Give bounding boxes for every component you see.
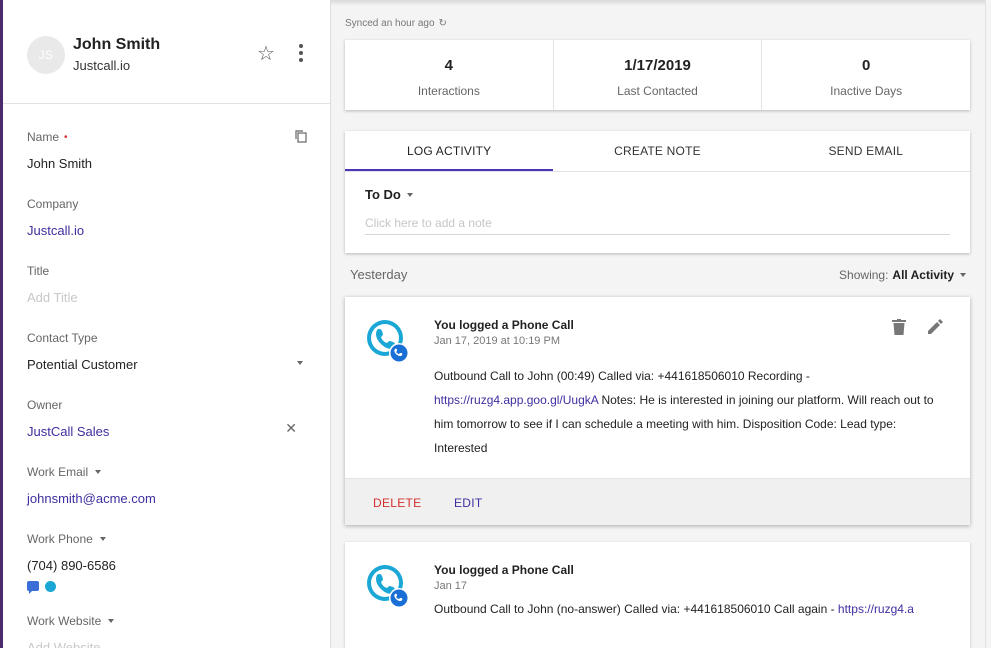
day-heading: Yesterday [350, 267, 408, 282]
field-title-label: Title [27, 264, 50, 278]
pencil-icon[interactable] [926, 318, 944, 336]
stat-inactive-days: 0 Inactive Days [762, 40, 970, 110]
activity-actions: DELETE EDIT [345, 478, 970, 525]
required-marker: • [64, 131, 68, 143]
sync-status: Synced an hour ago ↻ [345, 18, 447, 29]
activity-card: You logged a Phone Call Jan 17, 2019 at … [345, 297, 970, 525]
field-work-website-label[interactable]: Work Website [27, 614, 101, 628]
scroll-edge [985, 0, 991, 648]
contact-type-select[interactable]: Potential Customer [27, 357, 317, 372]
activity-filter[interactable]: Showing: All Activity [839, 268, 966, 282]
more-vert-icon[interactable] [295, 44, 307, 66]
field-work-phone: Work Phone (704) 890-6586 [27, 532, 317, 594]
field-work-email: Work Email johnsmith@acme.com [27, 465, 317, 506]
star-icon[interactable]: ☆ [255, 43, 277, 65]
chevron-down-icon[interactable] [406, 192, 413, 197]
field-company-label: Company [27, 197, 79, 211]
delete-button[interactable]: DELETE [373, 496, 421, 510]
phone-call-icon [367, 320, 409, 363]
field-work-phone-label[interactable]: Work Phone [27, 532, 93, 546]
field-work-website-input[interactable]: Add Website [27, 640, 317, 648]
field-name: Name • John Smith [27, 130, 317, 171]
stat-label: Inactive Days [830, 84, 903, 98]
activity-card: You logged a Phone Call Jan 17 Outbound … [345, 542, 970, 648]
avatar[interactable]: JS [27, 36, 65, 74]
close-icon[interactable]: ✕ [285, 420, 297, 437]
field-owner-label: Owner [27, 398, 63, 412]
field-owner-value[interactable]: JustCall Sales [27, 424, 317, 439]
stat-label: Last Contacted [617, 84, 698, 98]
field-owner: Owner JustCall Sales ✕ [27, 398, 317, 439]
stat-label: Interactions [417, 84, 480, 98]
phone-call-icon [367, 565, 409, 608]
composer-tabs: LOG ACTIVITY CREATE NOTE SEND EMAIL [345, 131, 970, 172]
chevron-down-icon[interactable] [99, 537, 106, 541]
activity-type-label[interactable]: To Do [365, 187, 401, 202]
filter-label: Showing: [839, 268, 889, 282]
field-work-phone-value[interactable]: (704) 890-6586 [27, 558, 317, 573]
activity-type-select[interactable]: To Do [365, 187, 413, 202]
recording-link[interactable]: https://ruzg4.app.goo.gl/UugkA [434, 393, 598, 407]
activity-timestamp: Jan 17, 2019 at 10:19 PM [434, 335, 560, 347]
field-contact-type: Contact Type Potential Customer [27, 331, 317, 372]
edit-button[interactable]: EDIT [454, 496, 483, 510]
recording-link[interactable]: https://ruzg4.a [838, 602, 914, 616]
stat-value: 1/17/2019 [624, 57, 691, 74]
sms-icon[interactable] [27, 581, 39, 594]
activity-title: You logged a Phone Call [434, 563, 574, 577]
field-name-label: Name [27, 130, 60, 144]
stats-card: 4 Interactions 1/17/2019 Last Contacted … [345, 40, 970, 110]
copy-icon[interactable] [295, 130, 307, 143]
field-name-value[interactable]: John Smith [27, 156, 317, 171]
tab-send-email[interactable]: SEND EMAIL [762, 131, 970, 171]
activity-timestamp: Jan 17 [434, 580, 468, 592]
field-title: Title Add Title [27, 264, 317, 305]
field-title-input[interactable]: Add Title [27, 290, 317, 305]
composer-card: LOG ACTIVITY CREATE NOTE SEND EMAIL To D… [345, 131, 970, 253]
stat-last-contacted: 1/17/2019 Last Contacted [554, 40, 763, 110]
activity-text: Outbound Call to John (00:49) Called via… [434, 369, 810, 383]
activity-text: Outbound Call to John (no-answer) Called… [434, 602, 838, 616]
chevron-down-icon[interactable] [960, 273, 966, 277]
field-work-email-value[interactable]: johnsmith@acme.com [27, 491, 317, 506]
whatsapp-icon[interactable] [45, 581, 56, 592]
field-work-email-label[interactable]: Work Email [27, 465, 88, 479]
field-company-value[interactable]: Justcall.io [27, 223, 317, 238]
activity-body: Outbound Call to John (00:49) Called via… [434, 364, 934, 460]
stat-value: 0 [862, 57, 871, 74]
field-contact-type-label: Contact Type [27, 331, 98, 345]
tab-create-note[interactable]: CREATE NOTE [553, 131, 761, 171]
contact-header: JS John Smith Justcall.io ☆ [3, 0, 330, 104]
stat-value: 4 [444, 57, 453, 74]
refresh-icon[interactable]: ↻ [439, 18, 447, 29]
tab-log-activity[interactable]: LOG ACTIVITY [345, 131, 554, 171]
field-company: Company Justcall.io [27, 197, 317, 238]
sync-status-text: Synced an hour ago [345, 18, 435, 29]
activity-body: Outbound Call to John (no-answer) Called… [434, 597, 954, 621]
chevron-down-icon[interactable] [95, 470, 102, 474]
note-input[interactable] [365, 211, 950, 235]
trash-icon[interactable] [892, 319, 906, 335]
filter-value[interactable]: All Activity [892, 268, 954, 282]
contact-name: John Smith [73, 36, 161, 53]
phone-actions [27, 581, 317, 594]
contact-sidebar: JS John Smith Justcall.io ☆ Name • John S… [0, 0, 331, 648]
contact-company: Justcall.io [73, 58, 131, 73]
chevron-down-icon[interactable] [297, 361, 303, 365]
field-work-website: Work Website Add Website [27, 614, 317, 648]
stat-interactions: 4 Interactions [345, 40, 554, 110]
activity-title: You logged a Phone Call [434, 318, 574, 332]
chevron-down-icon[interactable] [108, 619, 115, 623]
